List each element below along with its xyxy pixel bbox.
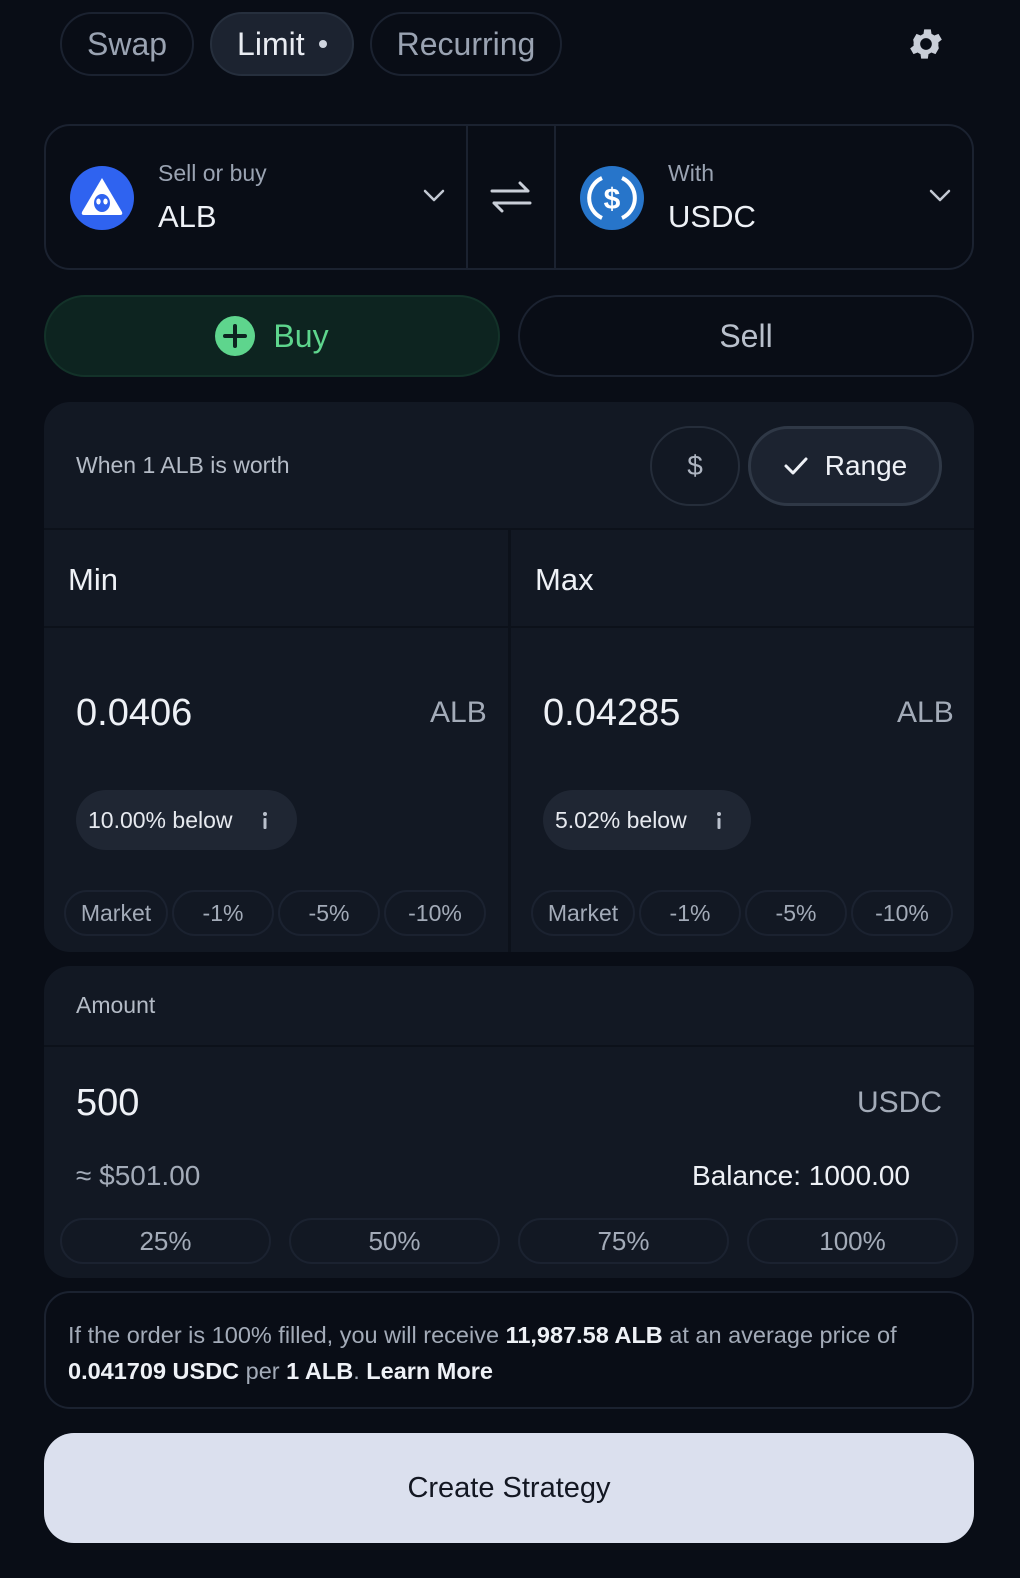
tab-limit[interactable]: Limit <box>210 12 354 76</box>
check-icon <box>784 457 808 475</box>
dollar-toggle-button[interactable]: $ <box>650 426 740 506</box>
create-strategy-button[interactable]: Create Strategy <box>44 1433 974 1543</box>
summary-text: per <box>239 1358 287 1384</box>
summary-unit: 1 ALB <box>286 1358 354 1384</box>
amount-label: Amount <box>76 992 156 1018</box>
chevron-down-icon <box>929 189 951 202</box>
min-price-unit: ALB <box>430 696 487 729</box>
svg-text:$: $ <box>604 183 621 216</box>
range-toggle-button[interactable]: Range <box>748 426 942 506</box>
info-icon[interactable] <box>713 810 725 830</box>
price-condition-label: When 1 ALB is worth <box>76 452 290 478</box>
buy-button-label: Buy <box>273 317 329 354</box>
summary-text: . <box>353 1358 367 1384</box>
tab-recurring[interactable]: Recurring <box>369 12 563 76</box>
tab-recurring-label: Recurring <box>396 25 536 62</box>
amount-unit: USDC <box>856 1086 942 1119</box>
min-market-button[interactable]: Market <box>64 890 168 936</box>
tab-swap[interactable]: Swap <box>60 12 195 76</box>
amount-50-button[interactable]: 50% <box>289 1218 500 1264</box>
order-summary: If the order is 100% filled, you will re… <box>44 1291 974 1409</box>
summary-receive-amount: 11,987.58 ALB <box>505 1322 663 1348</box>
plus-circle-icon <box>215 316 256 356</box>
max-pct-badge: 5.02% below <box>543 790 751 850</box>
gear-icon[interactable] <box>906 24 946 64</box>
max-minus-1-button[interactable]: -1% <box>639 890 741 936</box>
dollar-toggle-label: $ <box>687 450 703 481</box>
token-pair-selector: Sell or buy ALB $ With USDC <box>44 124 974 270</box>
with-token-selector[interactable]: $ With USDC <box>556 126 972 268</box>
balance-text[interactable]: Balance: 1000.00 <box>692 1160 910 1192</box>
min-price-input[interactable]: 0.0406 <box>76 692 192 735</box>
mode-tabs: Swap Limit Recurring <box>60 12 563 76</box>
max-price-input[interactable]: 0.04285 <box>543 692 680 735</box>
summary-text: If the order is 100% filled, you will re… <box>68 1322 506 1348</box>
min-pct-badge: 10.00% below <box>76 790 297 850</box>
sell-button[interactable]: Sell <box>518 295 974 377</box>
amount-usd-value: ≈ $501.00 <box>76 1160 201 1191</box>
range-toggle-label: Range <box>824 450 908 481</box>
max-minus-10-button[interactable]: -10% <box>851 890 953 936</box>
chevron-down-icon <box>423 189 445 202</box>
amount-100-button[interactable]: 100% <box>747 1218 958 1264</box>
with-token-name: USDC <box>668 199 756 234</box>
sell-token-name: ALB <box>158 199 217 234</box>
amount-25-button[interactable]: 25% <box>60 1218 271 1264</box>
sell-button-label: Sell <box>719 317 773 354</box>
divider <box>44 1045 974 1047</box>
sell-token-label: Sell or buy <box>158 160 267 186</box>
alb-token-icon <box>70 166 134 230</box>
max-market-button[interactable]: Market <box>531 890 635 936</box>
summary-average-price: 0.041709 USDC <box>68 1358 240 1384</box>
max-pct-text: 5.02% below <box>555 806 687 833</box>
min-header: Min <box>68 562 118 597</box>
sell-token-text: Sell or buy ALB <box>158 160 267 235</box>
amount-card: Amount 500 USDC ≈ $501.00 Balance: 1000.… <box>44 966 974 1278</box>
sell-token-selector[interactable]: Sell or buy ALB <box>46 126 466 268</box>
tab-limit-label: Limit <box>237 25 305 62</box>
tab-swap-label: Swap <box>87 25 168 62</box>
max-price-unit: ALB <box>897 696 954 729</box>
max-header: Max <box>535 562 594 597</box>
summary-text: at an average price of <box>662 1322 897 1348</box>
max-quick-buttons: Market -1% -5% -10% <box>531 890 953 936</box>
swap-pair-button[interactable] <box>466 126 556 268</box>
with-token-label: With <box>668 160 714 186</box>
amount-input[interactable]: 500 <box>76 1082 139 1125</box>
with-token-text: With USDC <box>668 160 756 235</box>
buy-button[interactable]: Buy <box>44 295 500 377</box>
info-icon[interactable] <box>259 810 271 830</box>
create-strategy-label: Create Strategy <box>407 1471 611 1504</box>
min-minus-10-button[interactable]: -10% <box>384 890 486 936</box>
max-minus-5-button[interactable]: -5% <box>745 890 847 936</box>
swap-arrows-icon <box>490 181 532 213</box>
divider <box>508 528 511 952</box>
min-pct-text: 10.00% below <box>88 806 233 833</box>
active-dot-icon <box>318 40 327 48</box>
usdc-token-icon: $ <box>580 166 644 230</box>
amount-quick-buttons: 25% 50% 75% 100% <box>60 1218 958 1264</box>
min-minus-1-button[interactable]: -1% <box>172 890 274 936</box>
min-minus-5-button[interactable]: -5% <box>278 890 380 936</box>
learn-more-link[interactable]: Learn More <box>366 1358 493 1384</box>
amount-75-button[interactable]: 75% <box>518 1218 729 1264</box>
price-card: When 1 ALB is worth $ Range Min 0.0406 A… <box>44 402 974 952</box>
min-quick-buttons: Market -1% -5% -10% <box>64 890 486 936</box>
